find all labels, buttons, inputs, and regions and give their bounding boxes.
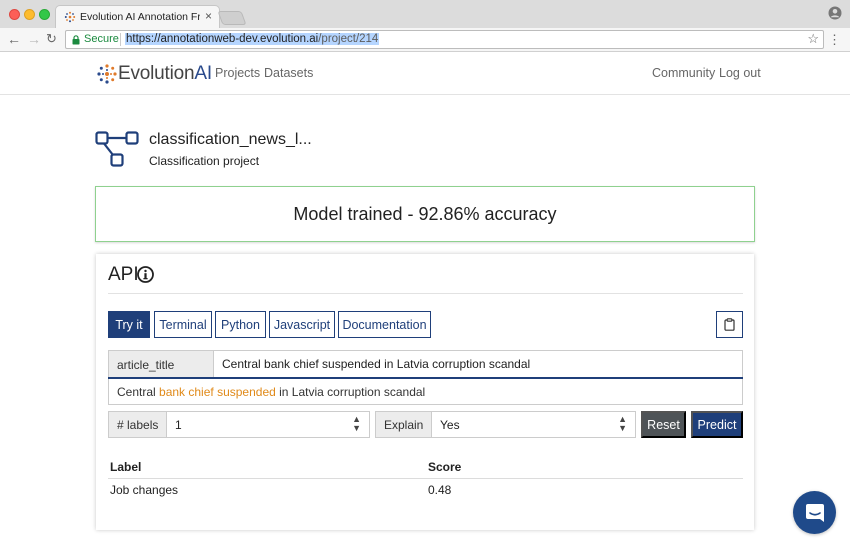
url-path: /project/214 — [318, 33, 379, 45]
nav-link-community[interactable]: Community — [652, 66, 715, 80]
explanation-highlight: Central bank chief suspended in Latvia c… — [108, 379, 743, 405]
predict-button[interactable]: Predict — [691, 411, 743, 438]
tab-title: Evolution AI Annotation Frame — [80, 11, 200, 23]
project-title: classification_news_l... — [149, 131, 312, 148]
tab-terminal[interactable]: Terminal — [154, 311, 212, 338]
url-text[interactable]: https://annotationweb-dev.evolution.ai/p… — [125, 33, 380, 45]
model-status-banner: Model trained - 92.86% accuracy — [95, 186, 755, 242]
classification-project-icon — [95, 131, 139, 167]
explain-updown-icon: ▲ ▼ — [618, 414, 627, 433]
reload-icon[interactable]: ↻ — [46, 31, 57, 47]
chat-widget-button[interactable] — [793, 491, 836, 534]
results-header-label: Label — [110, 460, 142, 474]
brand-name[interactable]: EvolutionAI — [118, 63, 212, 85]
new-tab-button[interactable] — [217, 11, 247, 25]
labels-updown-icon: ▲ ▼ — [352, 414, 361, 433]
app-navbar: EvolutionAI Projects Datasets Community … — [0, 53, 850, 95]
labels-select-group[interactable]: # labels 1 ▲ ▼ — [108, 411, 370, 438]
profile-icon[interactable] — [828, 6, 842, 20]
menu-icon[interactable]: ⋮ — [828, 32, 841, 48]
maximize-window-button[interactable] — [39, 9, 50, 20]
url-separator — [120, 33, 121, 46]
evolution-favicon-icon — [64, 11, 76, 23]
secure-label: Secure — [84, 33, 119, 45]
nav-link-logout[interactable]: Log out — [719, 66, 761, 80]
article-title-field[interactable]: article_title Central bank chief suspend… — [108, 350, 743, 378]
highlight-before: Central — [117, 385, 160, 399]
url-base: https://annotationweb-dev.evolution.ai — [126, 33, 319, 45]
minimize-window-button[interactable] — [24, 9, 35, 20]
chat-icon — [805, 503, 824, 522]
results-header-divider — [108, 478, 743, 479]
model-status-text: Model trained - 92.86% accuracy — [293, 203, 557, 224]
lock-icon — [72, 35, 80, 45]
api-card: API Try it Terminal Python Javascript Do… — [96, 254, 754, 530]
info-icon[interactable] — [137, 266, 154, 283]
copy-button[interactable] — [716, 311, 743, 338]
brand-prefix: Evolution — [118, 63, 195, 84]
labels-select-label: # labels — [109, 412, 167, 437]
explain-select-group[interactable]: Explain Yes ▲ ▼ — [375, 411, 636, 438]
result-row-score: 0.48 — [428, 483, 452, 497]
card-divider — [108, 293, 743, 294]
clipboard-icon — [724, 318, 735, 331]
tab-javascript[interactable]: Javascript — [269, 311, 335, 338]
project-subtitle: Classification project — [149, 154, 260, 168]
browser-tab[interactable]: Evolution AI Annotation Frame × — [55, 5, 220, 28]
close-window-button[interactable] — [9, 9, 20, 20]
api-title: API — [108, 264, 139, 285]
brand-suffix: AI — [194, 63, 212, 84]
nav-link-datasets[interactable]: Datasets — [264, 66, 313, 80]
star-icon[interactable]: ☆ — [807, 31, 819, 47]
tab-close-icon[interactable]: × — [205, 9, 212, 23]
results-header-score: Score — [428, 460, 462, 474]
reset-button[interactable]: Reset — [641, 411, 686, 438]
article-title-label: article_title — [109, 351, 214, 377]
article-title-input[interactable]: Central bank chief suspended in Latvia c… — [222, 357, 530, 371]
address-bar[interactable]: Secure https://annotationweb-dev.evoluti… — [65, 30, 824, 49]
explain-select-value[interactable]: Yes — [440, 418, 460, 432]
explain-select-label: Explain — [376, 412, 432, 437]
highlight-after: in Latvia corruption scandal — [275, 385, 426, 399]
result-row-label: Job changes — [110, 483, 179, 497]
highlight-keywords: bank chief suspended — [159, 385, 276, 399]
tab-documentation[interactable]: Documentation — [338, 311, 431, 338]
tab-python[interactable]: Python — [215, 311, 266, 338]
nav-link-projects[interactable]: Projects — [215, 66, 260, 80]
tab-try-it[interactable]: Try it — [108, 311, 150, 338]
back-icon[interactable]: ← — [7, 31, 21, 47]
evolution-logo-icon[interactable] — [96, 63, 118, 85]
browser-tab-bar: Evolution AI Annotation Frame × — [0, 0, 850, 28]
browser-toolbar: ← → ↻ Secure https://annotationweb-dev.e… — [0, 28, 850, 52]
forward-icon[interactable]: → — [27, 31, 41, 47]
labels-select-value[interactable]: 1 — [175, 418, 182, 432]
